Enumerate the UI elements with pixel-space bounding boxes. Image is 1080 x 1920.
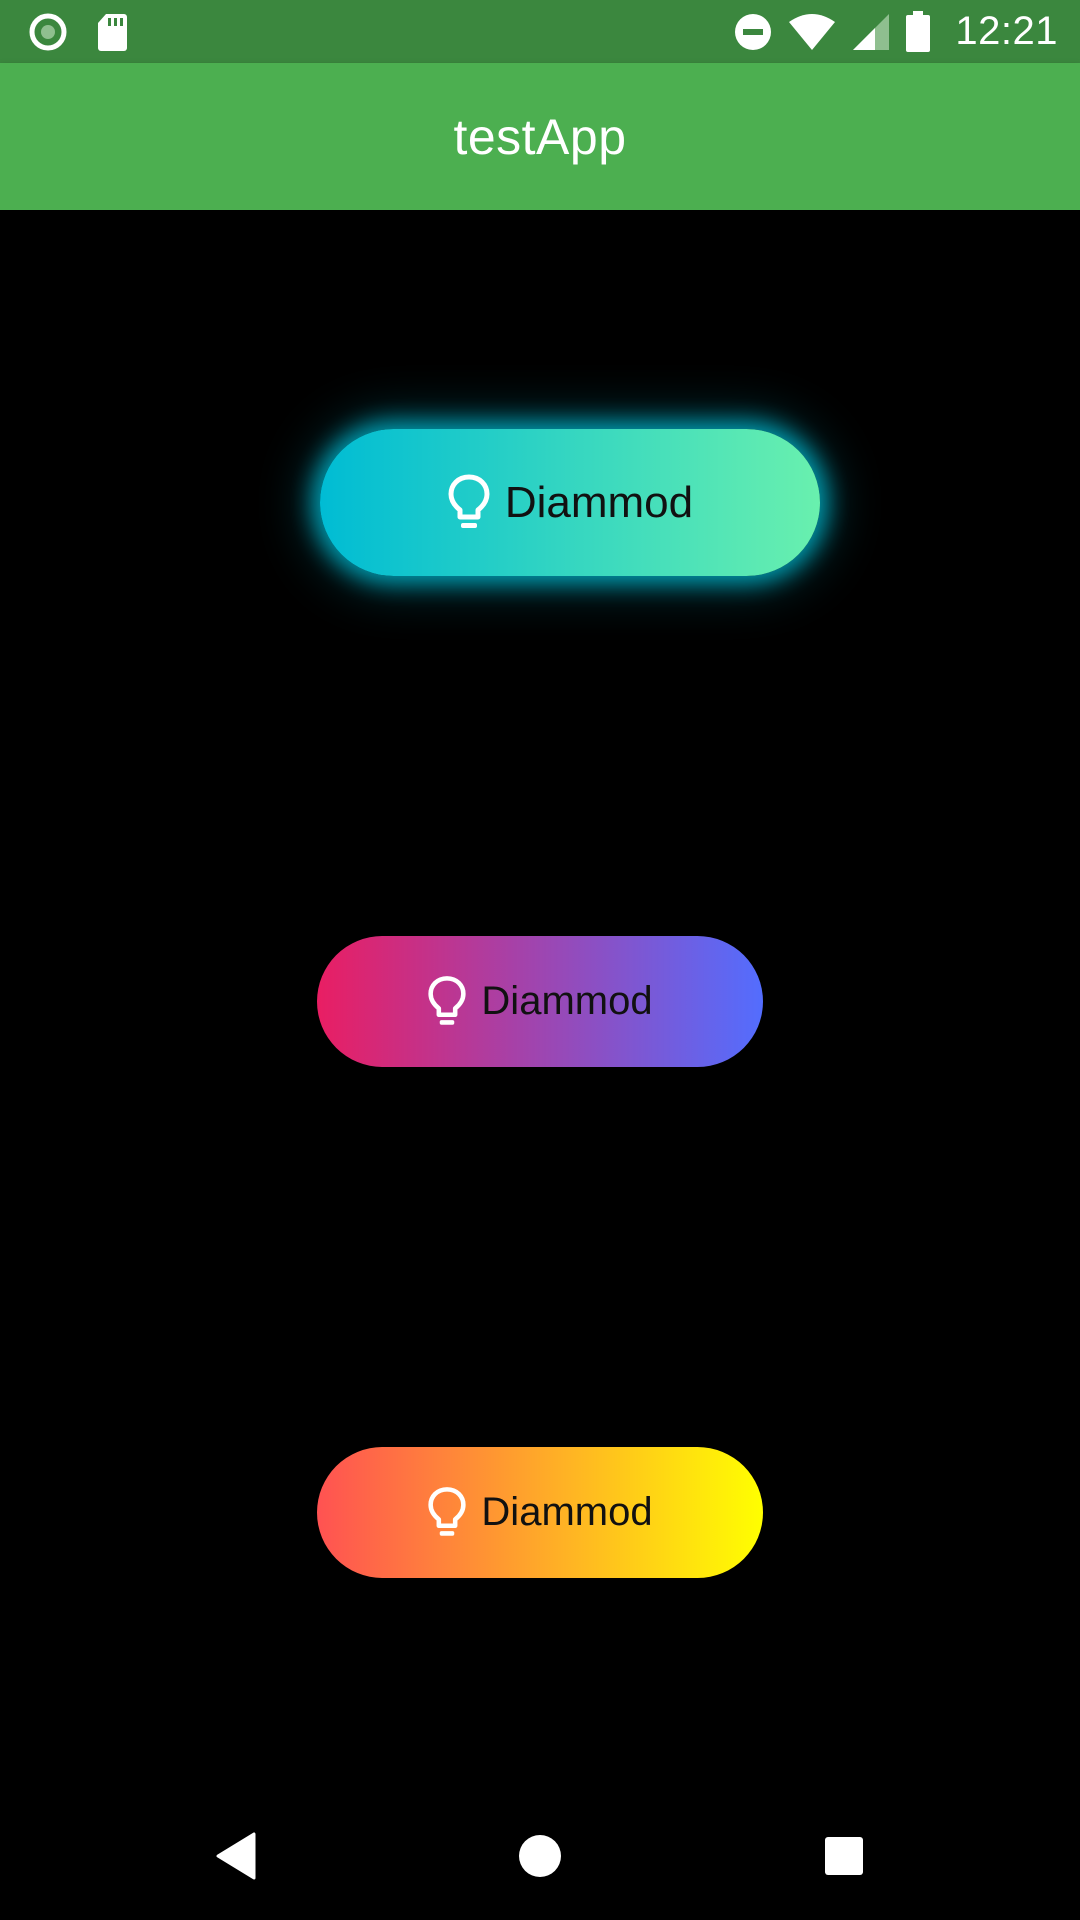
- lightbulb-icon: [448, 474, 490, 528]
- lightbulb-icon: [428, 975, 467, 1025]
- wifi-icon: [789, 13, 836, 50]
- diammod-button-orange[interactable]: Diammod: [317, 1447, 763, 1578]
- navigation-bar: [0, 1792, 1080, 1920]
- diammod-button-pink[interactable]: Diammod: [317, 936, 763, 1067]
- status-time: 12:21: [955, 9, 1058, 53]
- nav-recents-button[interactable]: [774, 1792, 914, 1920]
- cell-signal-icon: [853, 13, 890, 50]
- back-icon: [216, 1832, 256, 1880]
- status-left-icons: [28, 0, 128, 63]
- app-title: testApp: [453, 108, 627, 165]
- diammod-button-cyan[interactable]: Diammod: [320, 429, 820, 576]
- sd-card-icon: [98, 13, 127, 51]
- nav-home-button[interactable]: [470, 1792, 610, 1920]
- status-right-icons: 12:21: [733, 0, 1058, 63]
- status-bar: 12:21: [0, 0, 1080, 63]
- app-bar: testApp: [0, 63, 1080, 210]
- diammod-button-label: Diammod: [481, 1490, 653, 1534]
- home-icon: [519, 1835, 561, 1877]
- do-not-disturb-icon: [735, 13, 772, 50]
- battery-icon: [906, 10, 931, 52]
- diammod-button-label: Diammod: [504, 477, 694, 527]
- nav-back-button[interactable]: [166, 1792, 306, 1920]
- lightbulb-icon: [428, 1486, 467, 1536]
- diammod-button-label: Diammod: [481, 979, 653, 1023]
- app-screen: 12:21 testApp Diammod Diammod Diammod: [0, 0, 1080, 1920]
- recents-icon: [825, 1837, 863, 1875]
- record-icon: [29, 13, 67, 50]
